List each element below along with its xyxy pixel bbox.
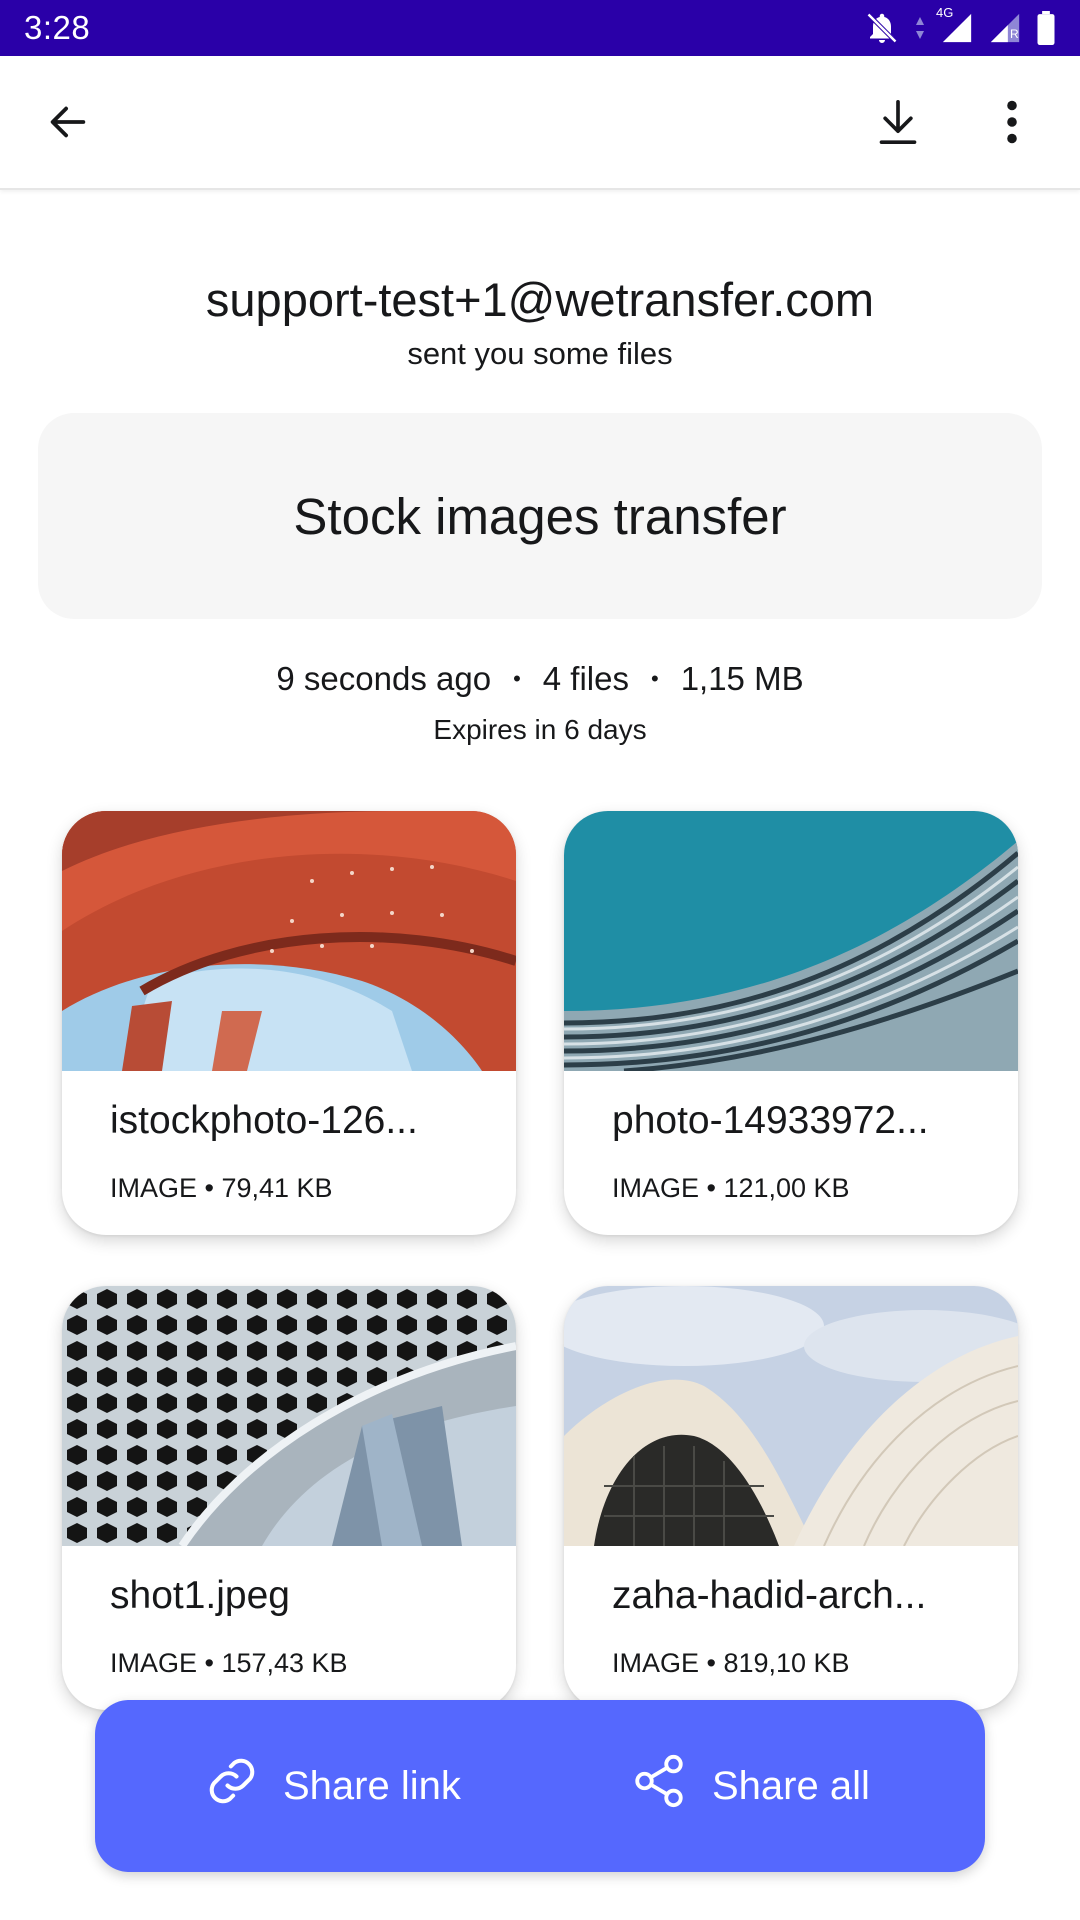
transfer-message-box: Stock images transfer	[38, 413, 1042, 619]
signal-roaming-icon: R	[988, 11, 1022, 45]
sender-subtitle: sent you some files	[407, 336, 673, 371]
share-icon	[630, 1752, 688, 1820]
link-icon	[205, 1754, 259, 1818]
file-meta: IMAGE • 819,10 KB	[612, 1648, 850, 1678]
signal-icon: 4G	[936, 5, 974, 45]
share-all-button[interactable]: Share all	[630, 1700, 870, 1872]
file-thumbnail	[62, 811, 516, 1071]
file-name: shot1.jpeg	[110, 1574, 290, 1617]
file-card[interactable]: shot1.jpeg IMAGE • 157,43 KB	[62, 1286, 516, 1710]
file-card[interactable]: photo-14933972... IMAGE • 121,00 KB	[564, 811, 1018, 1235]
arrow-left-icon	[45, 99, 91, 150]
file-meta: IMAGE • 121,00 KB	[612, 1173, 850, 1203]
app-bar	[0, 56, 1080, 190]
network-type-label: 4G	[936, 5, 954, 20]
transfer-message: Stock images transfer	[293, 487, 787, 545]
file-name: photo-14933972...	[612, 1099, 929, 1142]
file-card[interactable]: zaha-hadid-arch... IMAGE • 819,10 KB	[564, 1286, 1018, 1710]
data-arrows-icon	[914, 13, 926, 43]
file-thumbnail	[62, 1286, 516, 1546]
bell-off-icon	[864, 10, 900, 46]
file-card[interactable]: istockphoto-126... IMAGE • 79,41 KB	[62, 811, 516, 1235]
expiry-notice: Expires in 6 days	[433, 714, 647, 745]
more-options-button[interactable]	[964, 76, 1060, 172]
file-meta: IMAGE • 79,41 KB	[110, 1173, 333, 1203]
roaming-label: R	[1010, 27, 1019, 41]
transfer-meta: 9 seconds ago • 4 files • 1,15 MB	[0, 660, 1080, 698]
file-thumbnail	[564, 811, 1018, 1071]
file-count: 4 files	[542, 660, 629, 697]
status-bar: 3:28 4G R	[0, 0, 1080, 56]
total-size: 1,15 MB	[680, 660, 804, 697]
status-icons: 4G R	[864, 5, 1056, 46]
status-time: 3:28	[24, 9, 91, 46]
download-button[interactable]	[850, 76, 946, 172]
time-ago: 9 seconds ago	[276, 660, 492, 697]
file-name: istockphoto-126...	[110, 1099, 418, 1142]
share-link-button[interactable]: Share link	[205, 1700, 461, 1872]
back-button[interactable]	[20, 76, 116, 172]
meta-separator: •	[513, 666, 521, 691]
file-meta: IMAGE • 157,43 KB	[110, 1648, 348, 1678]
download-icon	[876, 97, 920, 152]
meta-separator: •	[650, 666, 659, 691]
share-all-label: Share all	[712, 1763, 870, 1808]
share-link-label: Share link	[283, 1763, 461, 1808]
more-vertical-icon	[1005, 100, 1019, 149]
file-name: zaha-hadid-arch...	[612, 1574, 927, 1617]
transfer-screen: 3:28 4G R support-test+1@wetransfer.com …	[0, 0, 1080, 1920]
sender-email: support-test+1@wetransfer.com	[205, 273, 875, 326]
battery-icon	[1036, 11, 1056, 45]
share-bar: Share link Share all	[95, 1700, 985, 1872]
file-thumbnail	[564, 1286, 1018, 1546]
